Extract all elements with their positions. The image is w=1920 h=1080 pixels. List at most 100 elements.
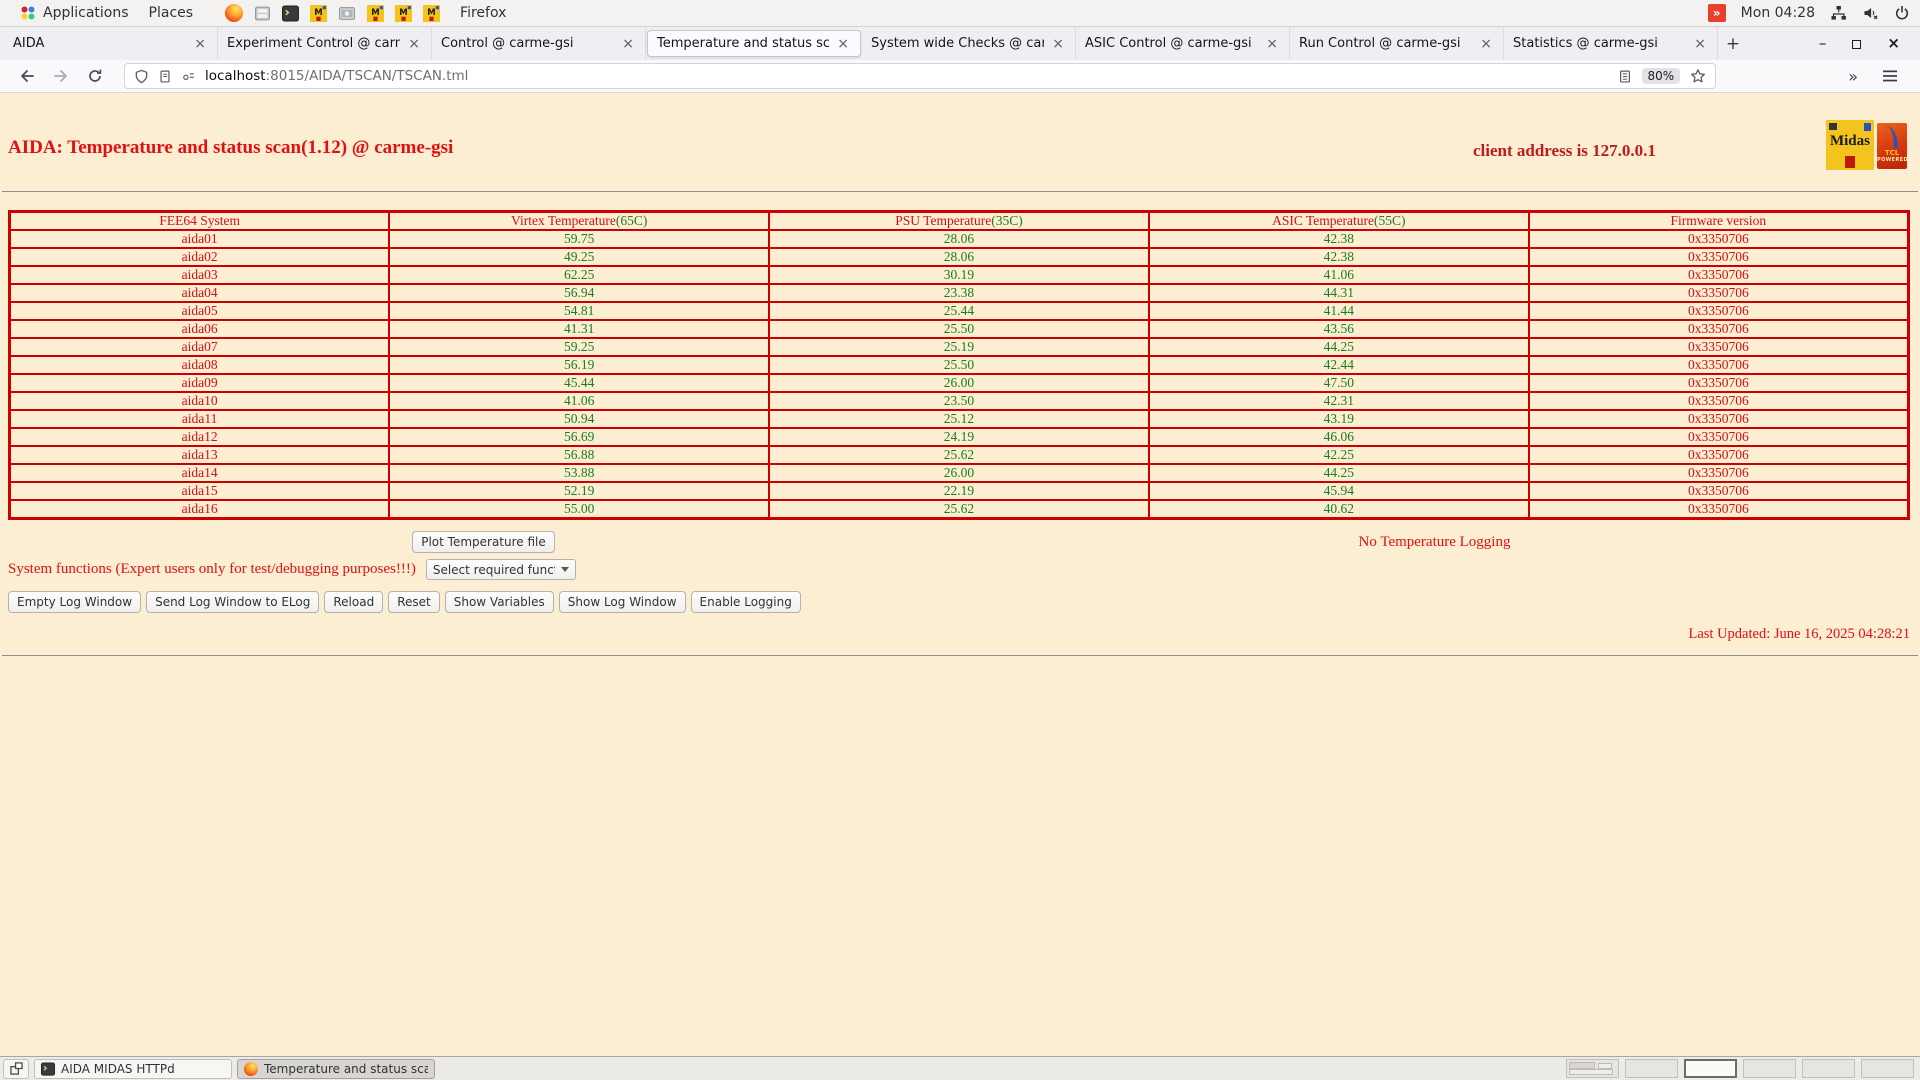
browser-tab[interactable]: System wide Checks @ carm × bbox=[862, 27, 1076, 60]
browser-tab[interactable]: Temperature and status scan × bbox=[647, 30, 861, 57]
shield-icon[interactable] bbox=[134, 69, 149, 84]
column-header: ASIC Temperature(55C) bbox=[1147, 210, 1530, 231]
tab-close-icon[interactable]: × bbox=[1478, 36, 1494, 52]
cell-psu: 28.06 bbox=[768, 229, 1150, 249]
browser-tab[interactable]: ASIC Control @ carme-gsi × bbox=[1076, 27, 1290, 60]
taskbar-task[interactable]: AIDA MIDAS HTTPd bbox=[34, 1058, 232, 1079]
clock[interactable]: Mon 04:28 bbox=[1741, 5, 1815, 21]
tcltk-powered-logo: TCL POWERED bbox=[1877, 123, 1908, 169]
cell-system: aida16 bbox=[8, 499, 391, 520]
volume-muted-icon[interactable] bbox=[1862, 5, 1879, 21]
tab-close-icon[interactable]: × bbox=[192, 36, 208, 52]
function-select[interactable]: Select required function bbox=[425, 559, 576, 580]
reader-mode-icon[interactable] bbox=[1618, 69, 1632, 84]
places-menu[interactable]: Places bbox=[139, 0, 204, 26]
cell-psu: 26.00 bbox=[768, 463, 1150, 483]
browser-tab[interactable]: Run Control @ carme-gsi × bbox=[1290, 27, 1504, 60]
cell-firmware: 0x3350706 bbox=[1527, 445, 1910, 465]
workspace-pager bbox=[1566, 1059, 1914, 1078]
tab-close-icon[interactable]: × bbox=[406, 36, 422, 52]
url-text[interactable]: localhost:8015/AIDA/TSCAN/TSCAN.tml bbox=[205, 68, 468, 84]
forward-button[interactable] bbox=[44, 68, 78, 84]
tab-label: Statistics @ carme-gsi bbox=[1513, 36, 1658, 51]
tab-label: AIDA bbox=[13, 36, 45, 51]
show-log-window-button[interactable]: Show Log Window bbox=[558, 591, 686, 613]
log-buttons-row: Empty Log Window Send Log Window to ELog R… bbox=[8, 591, 801, 613]
column-header-name: PSU Temperature bbox=[895, 213, 992, 228]
client-address: client address is 127.0.0.1 bbox=[1473, 141, 1656, 160]
plot-temperature-button[interactable]: Plot Temperature file bbox=[412, 531, 555, 553]
midas-launcher-icon[interactable]: M bbox=[310, 4, 328, 22]
new-tab-button[interactable]: + bbox=[1718, 27, 1748, 60]
maximize-button[interactable] bbox=[1852, 34, 1862, 53]
back-button[interactable] bbox=[10, 68, 44, 84]
tab-close-icon[interactable]: × bbox=[620, 36, 636, 52]
tab-label: System wide Checks @ carm bbox=[871, 36, 1045, 51]
midas-launcher-icon[interactable]: M bbox=[395, 4, 413, 22]
show-desktop-icon bbox=[9, 1062, 23, 1075]
show-variables-button[interactable]: Show Variables bbox=[444, 591, 554, 613]
logging-status: No Temperature Logging bbox=[1358, 534, 1511, 550]
browser-tab[interactable]: Control @ carme-gsi × bbox=[432, 27, 646, 60]
workspace-thumbnail[interactable] bbox=[1802, 1059, 1855, 1078]
show-desktop-button[interactable] bbox=[3, 1058, 29, 1079]
workspace-thumbnail[interactable] bbox=[1566, 1059, 1619, 1078]
midas-launcher-icon[interactable]: M bbox=[423, 4, 441, 22]
files-launcher-icon[interactable] bbox=[254, 5, 271, 22]
reload-button[interactable]: Reload bbox=[324, 591, 384, 613]
browser-tab[interactable]: Experiment Control @ carme × bbox=[218, 27, 432, 60]
screenshot-launcher-icon[interactable] bbox=[338, 5, 356, 22]
send-log-window-to-elog-button[interactable]: Send Log Window to ELog bbox=[146, 591, 320, 613]
cell-psu: 26.00 bbox=[768, 373, 1150, 393]
url-path: :8015/AIDA/TSCAN/TSCAN.tml bbox=[265, 68, 469, 84]
permissions-icon[interactable] bbox=[181, 69, 196, 83]
browser-tab[interactable]: Statistics @ carme-gsi × bbox=[1504, 27, 1718, 60]
table-actions-row: Plot Temperature file No Temperature Log… bbox=[8, 531, 1910, 553]
workspace-thumbnail[interactable] bbox=[1743, 1059, 1796, 1078]
browser-tab[interactable]: AIDA × bbox=[4, 27, 218, 60]
tab-close-icon[interactable]: × bbox=[1050, 36, 1066, 52]
firefox-launcher-icon[interactable] bbox=[225, 4, 244, 22]
network-icon[interactable] bbox=[1830, 5, 1847, 21]
reload-button[interactable] bbox=[78, 68, 112, 84]
workspace-thumbnail[interactable] bbox=[1861, 1059, 1914, 1078]
system-functions-row: System functions (Expert users only for … bbox=[8, 559, 576, 580]
notification-icon[interactable]: » bbox=[1707, 4, 1726, 22]
cell-asic: 42.31 bbox=[1147, 391, 1530, 411]
minimize-button[interactable]: – bbox=[1819, 36, 1827, 51]
empty-log-window-button[interactable]: Empty Log Window bbox=[8, 591, 142, 613]
svg-text:M: M bbox=[314, 8, 322, 18]
cell-asic: 41.06 bbox=[1147, 265, 1530, 285]
cell-psu: 25.19 bbox=[768, 337, 1150, 357]
site-info-icon[interactable] bbox=[158, 69, 172, 84]
last-updated: Last Updated: June 16, 2025 04:28:21 bbox=[1688, 626, 1910, 642]
taskbar-task[interactable]: Temperature and status scan @ car... bbox=[237, 1058, 435, 1079]
workspace-thumbnail[interactable] bbox=[1625, 1059, 1678, 1078]
enable-logging-button[interactable]: Enable Logging bbox=[690, 591, 801, 613]
table-row: aida07 59.25 25.19 44.25 0x3350706 bbox=[8, 337, 1910, 357]
toolbar-overflow: » bbox=[1848, 67, 1898, 86]
overflow-chevron-icon[interactable]: » bbox=[1848, 67, 1858, 86]
power-icon[interactable] bbox=[1894, 5, 1910, 21]
workspace-thumbnail[interactable] bbox=[1684, 1059, 1737, 1078]
tab-close-icon[interactable]: × bbox=[835, 36, 851, 52]
tab-close-icon[interactable]: × bbox=[1264, 36, 1280, 52]
cell-asic: 44.25 bbox=[1147, 337, 1530, 357]
midas-logo-decoration bbox=[1829, 123, 1837, 130]
column-header: PSU Temperature(35C) bbox=[768, 210, 1150, 231]
url-bar[interactable]: localhost:8015/AIDA/TSCAN/TSCAN.tml 80% bbox=[124, 63, 1717, 89]
zoom-level-chip[interactable]: 80% bbox=[1641, 68, 1681, 84]
reset-button[interactable]: Reset bbox=[388, 591, 440, 613]
menu-hamburger-icon[interactable] bbox=[1882, 69, 1898, 83]
table-row: aida11 50.94 25.12 43.19 0x3350706 bbox=[8, 409, 1910, 429]
close-window-button[interactable]: × bbox=[1887, 36, 1900, 51]
table-row: aida15 52.19 22.19 45.94 0x3350706 bbox=[8, 481, 1910, 501]
bookmark-star-icon[interactable] bbox=[1690, 68, 1706, 84]
applications-menu[interactable]: Applications bbox=[10, 0, 139, 26]
cell-firmware: 0x3350706 bbox=[1527, 247, 1910, 267]
places-menu-label: Places bbox=[148, 5, 194, 21]
cell-firmware: 0x3350706 bbox=[1527, 337, 1910, 357]
midas-launcher-icon[interactable]: M bbox=[367, 4, 385, 22]
terminal-launcher-icon[interactable] bbox=[282, 5, 300, 22]
tab-close-icon[interactable]: × bbox=[1692, 36, 1708, 52]
